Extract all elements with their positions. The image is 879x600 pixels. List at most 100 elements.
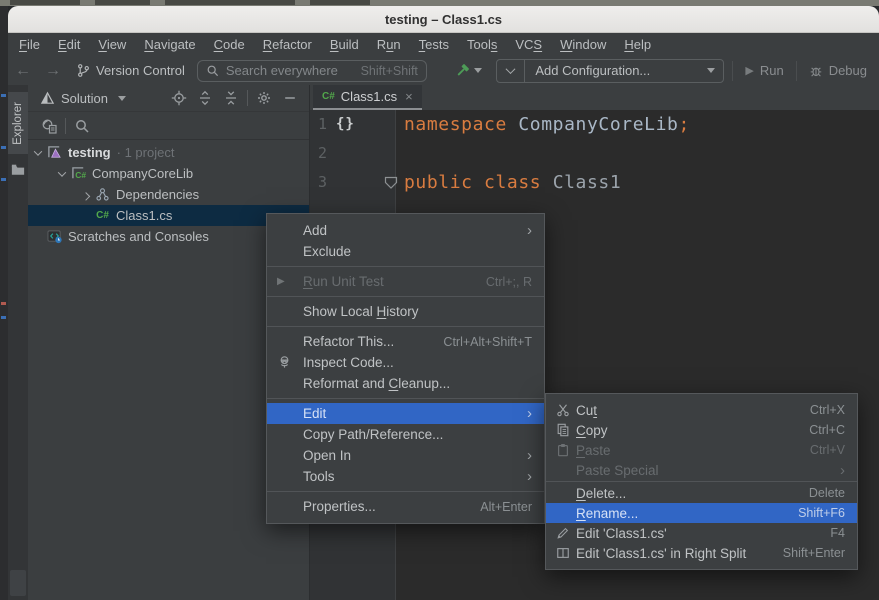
gutter-line: 3	[310, 168, 395, 197]
menu-item-properties[interactable]: Properties...Alt+Enter	[267, 496, 544, 517]
menu-item-cut[interactable]: CutCtrl+X	[546, 400, 857, 420]
menu-item-open-in[interactable]: Open In›	[267, 445, 544, 466]
hide-panel-button[interactable]	[277, 87, 303, 109]
menu-tests[interactable]: Tests	[410, 35, 458, 54]
explorer-stripe-tab[interactable]: Explorer	[8, 92, 28, 154]
menu-separator	[546, 481, 857, 482]
menu-view[interactable]: View	[89, 35, 135, 54]
debug-button[interactable]: Debug	[796, 61, 879, 81]
chevron-down-icon[interactable]	[54, 166, 70, 182]
code-line[interactable]: public class Class1	[404, 168, 879, 197]
chevron-right-icon[interactable]	[78, 187, 94, 203]
tree-item-testing[interactable]: testing · 1 project	[28, 142, 309, 163]
menu-item-add[interactable]: Add ›	[267, 220, 544, 241]
chevron-slot	[30, 229, 46, 245]
menu-item-edit[interactable]: Edit›	[267, 403, 544, 424]
menu-window[interactable]: Window	[551, 35, 615, 54]
menu-item-label: Run Unit Test	[303, 274, 384, 289]
menu-item-reformat-and-cleanup[interactable]: Reformat and Cleanup...	[267, 373, 544, 394]
menu-item-rename[interactable]: Rename...Shift+F6	[546, 503, 857, 523]
menu-separator	[267, 266, 544, 267]
background-window-artifact	[165, 0, 295, 5]
tab-class1-cs[interactable]: C# Class1.cs ×	[313, 85, 422, 110]
menu-vcs[interactable]: VCS	[506, 35, 551, 54]
version-control-widget[interactable]: Version Control	[76, 63, 185, 78]
stripe-bottom-button[interactable]	[10, 570, 26, 596]
menu-run[interactable]: Run	[368, 35, 410, 54]
tree-item-dependencies[interactable]: Dependencies	[28, 184, 309, 205]
braces-gutter-icon[interactable]: {}	[336, 110, 355, 139]
code-line[interactable]: namespace CompanyCoreLib;	[404, 110, 879, 139]
menu-build[interactable]: Build	[321, 35, 368, 54]
background-window-artifact	[10, 0, 80, 5]
menu-item-right: ›	[820, 463, 845, 478]
explorer-stripe-label: Explorer	[12, 102, 24, 145]
split-icon	[556, 546, 576, 560]
menu-item-edit-class1-cs-in-right-split[interactable]: Edit 'Class1.cs' in Right SplitShift+Ent…	[546, 543, 857, 563]
run-configuration-select[interactable]: Add Configuration...	[496, 59, 724, 83]
tree-item-label: Class1.cs	[116, 208, 172, 223]
menu-item-shortcut: Ctrl+C	[789, 423, 845, 437]
submenu-arrow-icon: ›	[527, 448, 532, 463]
menu-item-exclude[interactable]: Exclude	[267, 241, 544, 262]
tree-item-companycorelib[interactable]: C#CompanyCoreLib	[28, 163, 309, 184]
scissors-icon	[556, 403, 576, 417]
menu-help[interactable]: Help	[615, 35, 660, 54]
back-arrow-icon[interactable]: ←	[8, 62, 38, 80]
menu-item-label: Copy Path/Reference...	[303, 427, 443, 442]
build-button[interactable]	[454, 62, 482, 79]
background-window-artifact	[1, 316, 6, 319]
menu-tools[interactable]: Tools	[458, 35, 506, 54]
chevron-down-icon[interactable]	[30, 145, 46, 161]
find-in-tree-icon[interactable]	[69, 115, 95, 137]
locate-file-button[interactable]	[166, 87, 192, 109]
folder-stripe-icon[interactable]	[11, 163, 25, 176]
tree-item-label: testing	[68, 145, 111, 160]
menu-navigate[interactable]: Navigate	[135, 35, 204, 54]
menu-item-copy[interactable]: CopyCtrl+C	[546, 420, 857, 440]
configurations-chevron-icon[interactable]	[497, 60, 525, 82]
menu-item-inspect-code[interactable]: Inspect Code...	[267, 352, 544, 373]
run-button[interactable]: ▶ Run	[732, 61, 795, 81]
menu-item-refactor-this[interactable]: Refactor This...Ctrl+Alt+Shift+T	[267, 331, 544, 352]
menu-item-tools[interactable]: Tools›	[267, 466, 544, 487]
fold-marker-icon[interactable]	[384, 176, 398, 190]
expand-all-button[interactable]	[192, 87, 218, 109]
explorer-header: Solution	[28, 85, 309, 112]
menu-item-right: ›	[507, 469, 532, 484]
submenu-arrow-icon: ›	[527, 223, 532, 238]
code-line[interactable]	[404, 139, 879, 168]
build-dropdown-caret-icon[interactable]	[474, 68, 482, 73]
collapse-all-button[interactable]	[218, 87, 244, 109]
menu-item-edit-class1-cs[interactable]: Edit 'Class1.cs'F4	[546, 523, 857, 543]
settings-gear-icon[interactable]	[251, 87, 277, 109]
menu-item-label: Paste Special	[576, 463, 659, 478]
menu-code[interactable]: Code	[205, 35, 254, 54]
menu-item-label: Add	[303, 223, 327, 238]
menu-item-delete[interactable]: Delete...Delete	[546, 483, 857, 503]
menu-item-shortcut: Ctrl+;, R	[466, 275, 532, 289]
menu-item-run-unit-test: ▶Run Unit TestCtrl+;, R	[267, 271, 544, 292]
menu-edit[interactable]: Edit	[49, 35, 89, 54]
solution-view-caret-icon[interactable]	[118, 96, 126, 101]
csfile-icon: C#	[94, 208, 111, 224]
tab-close-icon[interactable]: ×	[405, 89, 413, 104]
menu-file[interactable]: File	[10, 35, 49, 54]
menu-item-show-local-history[interactable]: Show Local History	[267, 301, 544, 322]
menu-item-right: ›	[507, 406, 532, 421]
menu-item-paste-special: Paste Special ›	[546, 460, 857, 480]
menu-refactor[interactable]: Refactor	[254, 35, 321, 54]
select-opened-file-button[interactable]	[36, 115, 62, 137]
submenu-arrow-icon: ›	[527, 406, 532, 421]
tool-window-stripe: Explorer	[8, 85, 28, 600]
title-bar[interactable]: testing – Class1.cs	[8, 6, 879, 33]
tree-item-label: Scratches and Consoles	[68, 229, 209, 244]
menu-separator	[267, 326, 544, 327]
search-everywhere-field[interactable]: Search everywhere Shift+Shift	[197, 60, 427, 82]
solution-view-selector[interactable]: Solution	[61, 91, 108, 106]
forward-arrow-icon[interactable]: →	[38, 62, 68, 80]
menu-item-copy-path-reference[interactable]: Copy Path/Reference...	[267, 424, 544, 445]
menu-item-label: Properties...	[303, 499, 376, 514]
menu-item-label: Cut	[576, 403, 597, 418]
background-window-artifact	[1, 302, 6, 305]
